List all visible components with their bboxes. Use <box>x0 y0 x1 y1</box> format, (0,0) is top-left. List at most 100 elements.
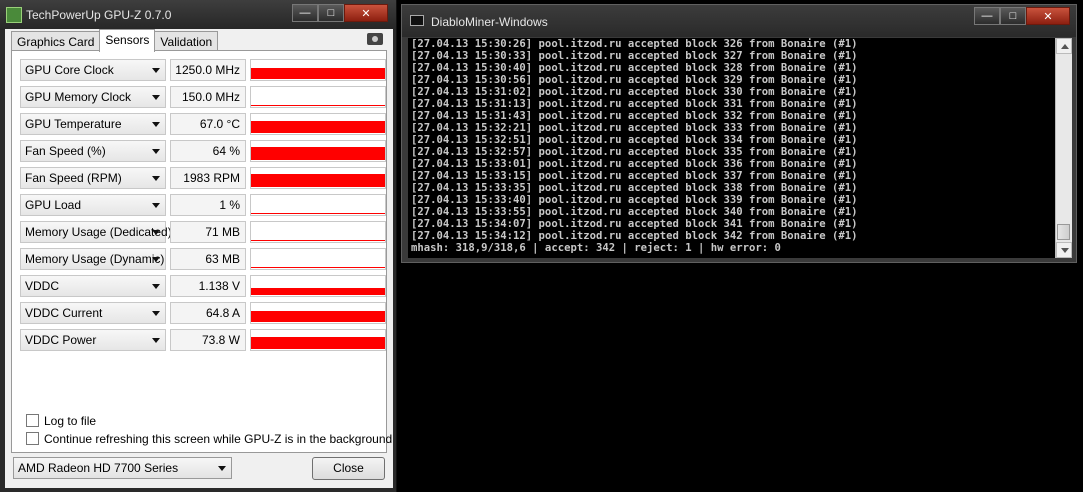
sensor-label: GPU Memory Clock <box>25 90 132 104</box>
sensor-select[interactable]: GPU Temperature <box>20 113 166 135</box>
log-line: [27.04.13 15:34:07] pool.itzod.ru accept… <box>411 218 858 230</box>
sensor-graph-fill <box>251 174 385 187</box>
log-line: [27.04.13 15:31:13] pool.itzod.ru accept… <box>411 98 858 110</box>
sensor-select[interactable]: Memory Usage (Dedicated) <box>20 221 172 243</box>
sensor-select[interactable]: Fan Speed (%) <box>20 140 166 162</box>
sensor-value: 73.8 W <box>170 329 246 351</box>
sensor-graph <box>250 113 386 135</box>
sensor-row: GPU Core Clock 1250.0 MHz <box>20 59 386 81</box>
sensor-graph-fill <box>251 288 385 295</box>
log-line: [27.04.13 15:30:33] pool.itzod.ru accept… <box>411 50 858 62</box>
log-to-file-option[interactable]: Log to file <box>26 414 96 428</box>
sensor-label: Fan Speed (RPM) <box>25 171 122 185</box>
scroll-thumb[interactable] <box>1057 224 1070 240</box>
sensor-select[interactable]: VDDC Power <box>20 329 166 351</box>
sensor-value: 67.0 °C <box>170 113 246 135</box>
log-to-file-checkbox[interactable] <box>26 414 39 427</box>
sensor-value: 1983 RPM <box>170 167 246 189</box>
sensor-value: 1 % <box>170 194 246 216</box>
chevron-down-icon <box>152 122 160 127</box>
sensor-graph <box>250 221 386 243</box>
mining-status-line: mhash: 318,9/318,6 | accept: 342 | rejec… <box>411 242 781 254</box>
log-line: [27.04.13 15:32:57] pool.itzod.ru accept… <box>411 146 858 158</box>
gpuz-titlebar[interactable]: TechPowerUp GPU-Z 0.7.0 — □ ✕ <box>0 0 396 30</box>
scroll-up-icon[interactable] <box>1056 38 1072 54</box>
close-icon: ✕ <box>361 7 371 20</box>
sensor-graph <box>250 86 386 108</box>
log-line: [27.04.13 15:31:43] pool.itzod.ru accept… <box>411 110 858 122</box>
sensor-graph <box>250 140 386 162</box>
sensor-select[interactable]: GPU Core Clock <box>20 59 166 81</box>
log-line: [27.04.13 15:31:02] pool.itzod.ru accept… <box>411 86 858 98</box>
sensor-graph-fill <box>251 213 385 214</box>
chevron-down-icon <box>218 466 226 471</box>
log-line: [27.04.13 15:30:26] pool.itzod.ru accept… <box>411 38 858 50</box>
sensor-graph-fill <box>251 337 385 349</box>
sensor-graph <box>250 59 386 81</box>
chevron-down-icon <box>152 230 160 235</box>
sensor-value: 71 MB <box>170 221 246 243</box>
sensor-label: VDDC Current <box>25 306 103 320</box>
sensor-label: GPU Temperature <box>25 117 122 131</box>
gpu-select-value: AMD Radeon HD 7700 Series <box>18 461 179 475</box>
console-titlebar[interactable]: DiabloMiner-Windows — □ ✕ <box>402 5 1076 37</box>
chevron-down-icon <box>152 203 160 208</box>
log-line: [27.04.13 15:34:12] pool.itzod.ru accept… <box>411 230 858 242</box>
console-output[interactable]: [27.04.13 15:30:26] pool.itzod.ru accept… <box>408 38 1072 258</box>
sensor-graph <box>250 329 386 351</box>
log-line: [27.04.13 15:33:01] pool.itzod.ru accept… <box>411 158 858 170</box>
sensor-value: 64 % <box>170 140 246 162</box>
maximize-button[interactable]: □ <box>318 4 344 22</box>
tab-validation[interactable]: Validation <box>154 31 219 52</box>
chevron-down-icon <box>152 95 160 100</box>
console-window: DiabloMiner-Windows — □ ✕ [27.04.13 15:3… <box>401 4 1077 263</box>
minimize-icon: — <box>981 10 993 22</box>
sensor-graph <box>250 275 386 297</box>
sensor-label: GPU Load <box>25 198 82 212</box>
sensor-row: Fan Speed (%) 64 % <box>20 140 386 162</box>
tab-graphics-card[interactable]: Graphics Card <box>11 31 101 52</box>
sensor-graph-fill <box>251 311 385 322</box>
sensor-select[interactable]: Memory Usage (Dynamic) <box>20 248 166 270</box>
chevron-down-icon <box>152 149 160 154</box>
log-lines: [27.04.13 15:30:26] pool.itzod.ru accept… <box>411 38 857 242</box>
continue-refresh-option[interactable]: Continue refreshing this screen while GP… <box>26 432 392 446</box>
sensor-select[interactable]: Fan Speed (RPM) <box>20 167 166 189</box>
sensor-graph <box>250 194 386 216</box>
sensor-select[interactable]: GPU Load <box>20 194 166 216</box>
sensor-select[interactable]: VDDC <box>20 275 166 297</box>
close-button[interactable]: Close <box>312 457 385 480</box>
maximize-icon: □ <box>1009 10 1017 22</box>
log-line: [27.04.13 15:32:21] pool.itzod.ru accept… <box>411 122 858 134</box>
console-maximize-button[interactable]: □ <box>1000 7 1026 25</box>
maximize-icon: □ <box>327 7 335 19</box>
sensor-row: GPU Load 1 % <box>20 194 386 216</box>
sensor-select[interactable]: VDDC Current <box>20 302 166 324</box>
log-line: [27.04.13 15:30:40] pool.itzod.ru accept… <box>411 62 858 74</box>
sensor-value: 64.8 A <box>170 302 246 324</box>
gpuz-client: Graphics Card Sensors Validation GPU Cor… <box>5 29 393 488</box>
gpuz-title: TechPowerUp GPU-Z 0.7.0 <box>26 8 172 22</box>
minimize-button[interactable]: — <box>292 4 318 22</box>
tab-sensors[interactable]: Sensors <box>99 29 156 52</box>
sensor-row: GPU Temperature 67.0 °C <box>20 113 386 135</box>
log-to-file-label: Log to file <box>44 414 97 428</box>
console-minimize-button[interactable]: — <box>974 7 1000 25</box>
close-window-button[interactable]: ✕ <box>344 4 388 22</box>
camera-icon[interactable] <box>367 33 383 45</box>
vertical-scrollbar[interactable] <box>1055 38 1072 258</box>
console-title: DiabloMiner-Windows <box>431 15 548 29</box>
sensor-row: Fan Speed (RPM) 1983 RPM <box>20 167 386 189</box>
sensor-select[interactable]: GPU Memory Clock <box>20 86 166 108</box>
minimize-icon: — <box>299 7 311 19</box>
sensor-row: VDDC 1.138 V <box>20 275 386 297</box>
continue-refresh-checkbox[interactable] <box>26 432 39 445</box>
console-close-button[interactable]: ✕ <box>1026 7 1070 25</box>
sensor-value: 1.138 V <box>170 275 246 297</box>
log-line: [27.04.13 15:32:51] pool.itzod.ru accept… <box>411 134 858 146</box>
gpu-select-dropdown[interactable]: AMD Radeon HD 7700 Series <box>13 457 232 479</box>
sensor-label: Memory Usage (Dedicated) <box>25 225 172 239</box>
scroll-down-icon[interactable] <box>1056 242 1072 258</box>
log-line: [27.04.13 15:33:35] pool.itzod.ru accept… <box>411 182 858 194</box>
sensor-graph <box>250 302 386 324</box>
